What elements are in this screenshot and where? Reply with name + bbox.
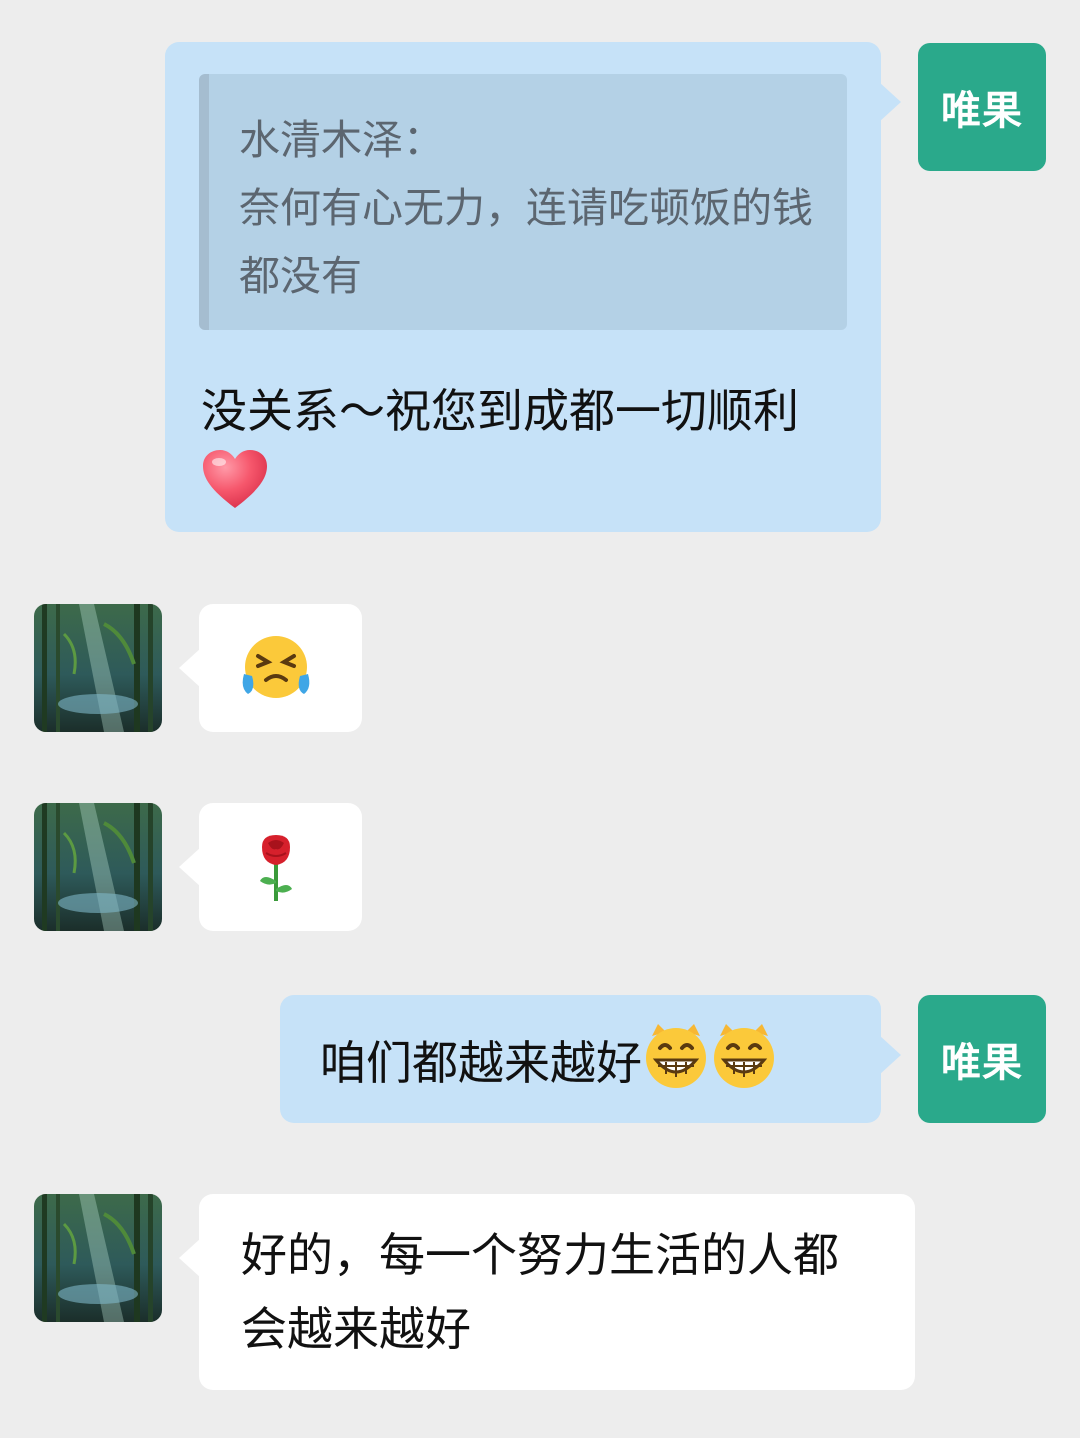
message-bubble-other[interactable]: 好的，每一个努力生活的人都会越来越好: [179, 1194, 915, 1390]
bamboo-forest-avatar[interactable]: [34, 1194, 162, 1322]
message-bubble-other[interactable]: [179, 803, 362, 931]
bamboo-forest-avatar[interactable]: [34, 803, 162, 931]
quoted-message[interactable]: 水清木泽： 奈何有心无力，连请吃顿饭的钱都没有: [199, 74, 847, 330]
self-avatar[interactable]: 唯果: [918, 43, 1046, 171]
message-text-container: 没关系～祝您到成都一切顺利: [201, 374, 851, 531]
quoted-text: 奈何有心无力，连请吃顿饭的钱都没有: [239, 184, 813, 300]
grinning-face-icon: [710, 1022, 778, 1111]
message-bubble-self[interactable]: 咱们都越来越好: [280, 995, 901, 1123]
message-text: 没关系～祝您到成都一切顺利: [201, 384, 799, 438]
self-avatar[interactable]: 唯果: [918, 995, 1046, 1123]
rose-icon: [254, 833, 298, 907]
quoted-author: 水清木泽：: [239, 116, 444, 164]
grinning-face-icon: [642, 1022, 710, 1111]
message-text: 咱们都越来越好: [320, 1036, 642, 1090]
heart-icon: [201, 448, 269, 531]
message-text-container: 咱们都越来越好: [320, 1022, 778, 1111]
bamboo-forest-avatar[interactable]: [34, 604, 162, 732]
message-text: 好的，每一个努力生活的人都会越来越好: [241, 1228, 839, 1356]
message-bubble-self[interactable]: 水清木泽： 奈何有心无力，连请吃顿饭的钱都没有 没关系～祝您到成都一切顺利: [165, 42, 901, 532]
message-bubble-other[interactable]: [179, 604, 362, 732]
crying-laughing-face-icon: [240, 634, 312, 704]
